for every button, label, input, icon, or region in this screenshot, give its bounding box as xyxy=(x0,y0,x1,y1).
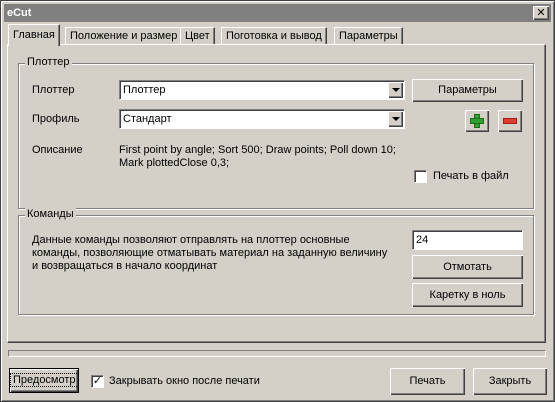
rewind-amount-input[interactable]: 24 xyxy=(412,230,523,250)
plus-icon xyxy=(470,114,484,128)
plotter-select[interactable]: Плоттер xyxy=(119,80,405,100)
tab-position-size-label: Положение и размер xyxy=(70,30,178,42)
add-profile-button[interactable] xyxy=(465,110,489,132)
preview-button[interactable]: Предосмотр xyxy=(9,368,79,393)
commands-description-line-3: и возвращаться в начало координат xyxy=(32,260,218,272)
tab-parameters-label: Параметры xyxy=(339,30,398,42)
plotter-group-legend: Плоттер xyxy=(25,56,72,68)
close-after-print-checkbox[interactable]: ✓ xyxy=(91,375,104,388)
checkmark-icon: ✓ xyxy=(92,375,103,387)
progress-bar xyxy=(8,350,546,357)
chevron-down-icon[interactable] xyxy=(388,82,403,98)
print-to-file-label[interactable]: Печать в файл xyxy=(433,170,509,182)
tab-panel-main: Плоттер Плоттер Плоттер Параметры Профил… xyxy=(7,44,546,343)
commands-group-legend: Команды xyxy=(25,208,76,220)
plotter-params-button-label: Параметры xyxy=(438,84,497,96)
close-button[interactable]: Закрыть xyxy=(473,368,547,395)
commands-group: Команды Данные команды позволяют отправл… xyxy=(18,208,534,315)
remove-profile-button[interactable] xyxy=(498,110,522,132)
tab-main-label: Главная xyxy=(13,29,55,41)
print-button-label: Печать xyxy=(409,375,446,387)
commands-description-line-2: команды, позволяющие отматывать материал… xyxy=(32,247,388,259)
carriage-home-button-label: Каретку в ноль xyxy=(429,289,506,301)
tab-color[interactable]: Цвет xyxy=(180,27,215,45)
preview-button-label: Предосмотр xyxy=(10,373,79,387)
print-button[interactable]: Печать xyxy=(390,368,465,395)
close-button-label: Закрыть xyxy=(488,375,532,387)
tab-main[interactable]: Главная xyxy=(8,24,60,46)
carriage-home-button[interactable]: Каретку в ноль xyxy=(412,283,523,307)
description-label: Описание xyxy=(32,144,83,156)
plotter-select-value: Плоттер xyxy=(123,84,166,96)
tab-preparation-output-label: Поготовка и вывод xyxy=(226,30,322,42)
tab-parameters[interactable]: Параметры xyxy=(334,27,403,45)
chevron-down-icon[interactable] xyxy=(388,111,403,127)
window-title: eCut xyxy=(7,7,32,19)
minus-icon xyxy=(503,118,517,124)
rewind-amount-value: 24 xyxy=(416,234,429,246)
plotter-group: Плоттер Плоттер Плоттер Параметры Профил… xyxy=(18,56,534,209)
profile-label: Профиль xyxy=(32,113,80,125)
close-icon: ✕ xyxy=(536,6,546,19)
plotter-label: Плоттер xyxy=(32,84,75,96)
rewind-button-label: Отмотать xyxy=(443,261,492,273)
tab-color-label: Цвет xyxy=(185,30,210,42)
description-line-2: Mark plottedClose 0,3; xyxy=(119,157,230,169)
rewind-button[interactable]: Отмотать xyxy=(412,255,523,279)
close-after-print-label[interactable]: Закрывать окно после печати xyxy=(109,375,260,387)
commands-description-line-1: Данные команды позволяют отправлять на п… xyxy=(32,234,350,246)
profile-select[interactable]: Стандарт xyxy=(119,109,405,129)
print-to-file-checkbox[interactable] xyxy=(414,170,427,183)
profile-select-value: Стандарт xyxy=(123,113,172,125)
description-line-1: First point by angle; Sort 500; Draw poi… xyxy=(119,144,396,156)
close-window-button[interactable]: ✕ xyxy=(533,6,549,20)
ecut-window: eCut ✕ Главная Положение и размер Цвет П… xyxy=(0,0,555,402)
plotter-params-button[interactable]: Параметры xyxy=(412,79,523,102)
tab-position-size[interactable]: Положение и размер xyxy=(65,27,183,45)
tab-preparation-output[interactable]: Поготовка и вывод xyxy=(221,27,327,45)
title-bar[interactable]: eCut ✕ xyxy=(4,4,551,22)
